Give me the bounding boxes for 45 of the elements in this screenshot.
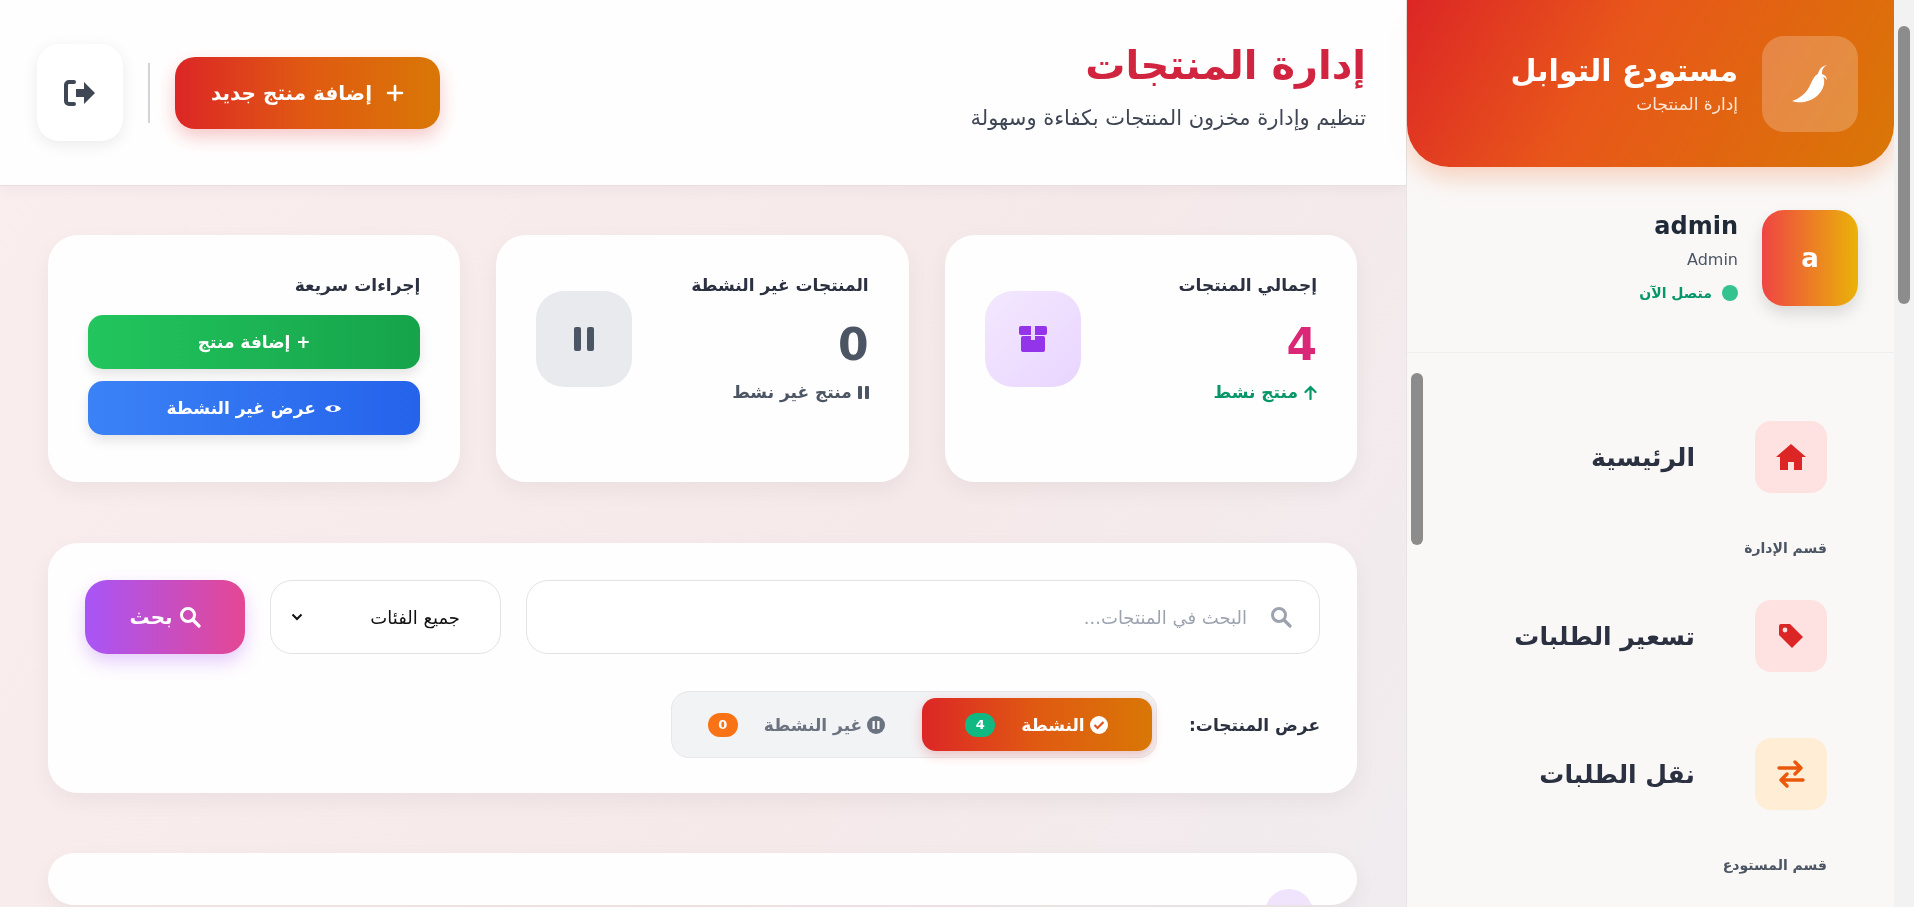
card-title: المنتجات غير النشطة bbox=[690, 275, 869, 295]
plus-icon bbox=[386, 83, 404, 102]
brand-subtitle: إدارة المنتجات bbox=[1635, 94, 1738, 114]
stat-note: منتج غير نشط bbox=[732, 382, 852, 402]
section-label: قسم المستودع bbox=[1721, 857, 1827, 873]
tag-icon bbox=[1777, 622, 1805, 650]
pause-icon bbox=[573, 326, 596, 352]
search-icon bbox=[178, 606, 201, 628]
logout-icon bbox=[63, 78, 97, 107]
home-icon bbox=[1775, 443, 1807, 471]
section-label: قسم الإدارة bbox=[1743, 540, 1827, 556]
stat-value: 0 bbox=[837, 319, 869, 370]
status-dot bbox=[1722, 285, 1738, 301]
page-subtitle: تنظيم وإدارة مخزون المنتجات بكفاءة وسهولة bbox=[970, 105, 1366, 130]
nav-item[interactable]: الرئيسية bbox=[1423, 421, 1827, 493]
page-title: إدارة المنتجات bbox=[1084, 41, 1366, 88]
nav-item[interactable]: تسعير الطلبات bbox=[1423, 600, 1827, 672]
swap-arrows-icon bbox=[1776, 760, 1806, 788]
pause-circle-icon bbox=[866, 714, 887, 735]
search-icon bbox=[1270, 606, 1292, 628]
card-title: إجمالي المنتجات bbox=[1177, 275, 1317, 295]
user-avatar: a bbox=[1762, 210, 1858, 306]
box-icon bbox=[1017, 325, 1048, 353]
count-badge: 4 bbox=[965, 712, 996, 737]
user-name: admin bbox=[1653, 212, 1738, 240]
user-status: متصل الآن bbox=[1639, 285, 1712, 301]
search-button[interactable]: بحث bbox=[85, 580, 245, 654]
arrow-up-icon bbox=[1304, 384, 1317, 400]
scrollbar[interactable] bbox=[1894, 0, 1914, 907]
chevron-down-icon bbox=[291, 613, 303, 621]
check-circle-icon bbox=[1088, 714, 1109, 735]
card-title: إجراءات سريعة bbox=[293, 275, 421, 295]
pause-icon bbox=[857, 385, 869, 399]
user-role: Admin bbox=[1686, 250, 1738, 269]
count-badge: 0 bbox=[707, 712, 738, 737]
add-product-button[interactable]: + إضافة منتج bbox=[88, 315, 421, 369]
search-field[interactable]: البحث في المنتجات... bbox=[526, 580, 1320, 654]
category-dropdown[interactable]: جميع الفئات bbox=[270, 580, 501, 654]
brand-name: مستودع التوابل bbox=[1510, 53, 1738, 88]
logout-button[interactable] bbox=[37, 44, 123, 141]
filter-label: عرض المنتجات: bbox=[1189, 714, 1320, 735]
stat-value: 4 bbox=[1285, 319, 1317, 370]
add-product-button[interactable]: إضافة منتج جديد bbox=[175, 56, 440, 129]
nav-item[interactable]: نقل الطلبات bbox=[1423, 738, 1827, 810]
stat-note: منتج نشط bbox=[1213, 382, 1298, 402]
